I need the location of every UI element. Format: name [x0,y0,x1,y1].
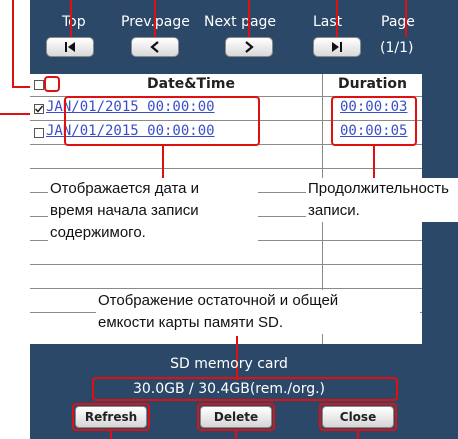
callout-line [154,0,156,37]
callout-line [373,146,375,180]
callout-line [248,0,250,37]
row-divider [30,264,422,265]
capacity-callout-line: емкости карты памяти SD. [98,314,284,331]
row-divider [30,288,422,289]
duration-header: Duration [337,76,407,92]
capacity-callout-line: Отображение остаточной и общей [98,292,339,309]
datetime-header: Date&Time [147,76,235,92]
callout-line [70,0,72,37]
highlight-select-all [44,76,60,92]
page-label: Page [381,14,415,30]
datetime-callout-line: Отображается дата и [50,180,200,197]
top-button[interactable] [46,37,94,57]
highlight-datetime [64,96,260,146]
top-label: Top [62,14,86,30]
checkmark-icon [34,105,44,113]
select-all-checkbox[interactable] [34,80,44,90]
datetime-callout-line: время начала записи [50,202,199,219]
page-count: (1/1) [380,40,414,56]
duration-callout-line: записи. [308,202,360,219]
row-checkbox[interactable] [34,104,44,114]
sd-card-title: SD memory card [170,356,288,372]
callout-line [162,146,164,180]
callout-line [405,0,407,37]
capacity-callout: Отображение остаточной и общей емкости к… [96,290,420,334]
row-divider [30,168,422,169]
prev-page-button[interactable] [131,37,179,57]
callout-line [110,431,112,439]
chevron-right-icon [245,41,254,53]
first-page-icon [65,42,75,52]
datetime-callout: Отображается дата и время начала записи … [48,178,258,244]
callout-line [235,431,237,439]
duration-callout-line: Продолжительность [308,180,449,197]
highlight-refresh [72,403,150,431]
next-page-button[interactable] [225,37,273,57]
callout-line [12,0,14,88]
last-page-icon [332,42,342,52]
row-checkbox[interactable] [34,128,44,138]
sd-capacity-value: 30.0GB / 30.4GB(rem./org.) [132,381,326,397]
datetime-callout-line: содержимого. [50,224,146,241]
next-page-label: Next page [204,14,277,30]
duration-callout: Продолжительность записи. [306,178,458,222]
highlight-delete [197,403,275,431]
highlight-close [319,403,397,431]
last-button[interactable] [313,37,361,57]
chevron-left-icon [150,41,159,53]
highlight-duration [331,96,417,146]
callout-line [336,0,338,37]
callout-line [357,431,359,439]
